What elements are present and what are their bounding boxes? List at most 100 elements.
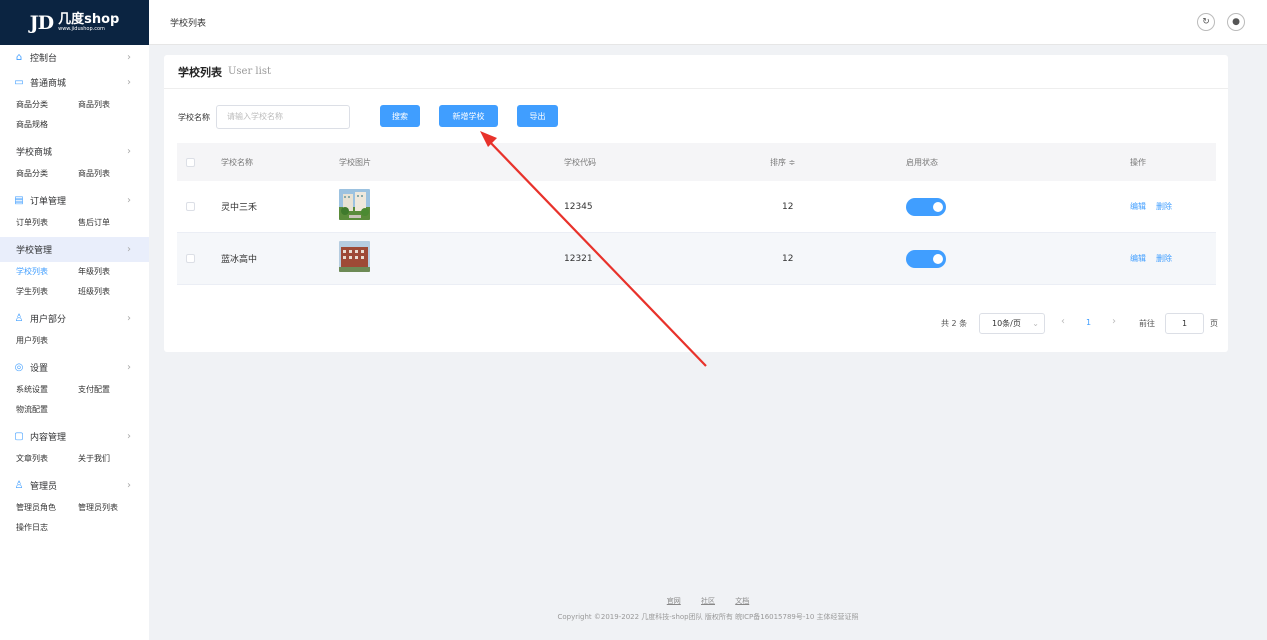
school-name: 蓝冰高中	[221, 255, 258, 265]
row-checkbox[interactable]	[186, 202, 195, 211]
col-school-code: 学校代码	[564, 157, 596, 167]
sidebar-group-4[interactable]: 学校管理 ›	[0, 237, 149, 262]
sidebar-subitem[interactable]: 商品分类	[16, 95, 78, 115]
school-name-input[interactable]: 请输入学校名称	[216, 105, 350, 129]
sidebar-group-label: 用户部分	[30, 315, 67, 325]
add-school-button[interactable]: 新增学校	[439, 105, 498, 127]
export-button[interactable]: 导出	[517, 105, 558, 127]
school-name: 灵中三禾	[221, 203, 258, 213]
footer-link-docs[interactable]: 文档	[735, 597, 749, 605]
sidebar-group-label: 普通商城	[30, 79, 67, 89]
prev-page-button[interactable]: ‹	[1061, 316, 1065, 327]
chevron-right-icon: ›	[127, 431, 131, 442]
sidebar-group-0[interactable]: ⌂ 控制台 ›	[0, 45, 149, 70]
school-image[interactable]	[339, 241, 370, 272]
sidebar-subitem[interactable]: 管理员角色	[16, 498, 78, 518]
enable-switch[interactable]	[906, 249, 946, 268]
sidebar-subitem[interactable]: 商品分类	[16, 164, 78, 184]
sidebar-group-3[interactable]: ▤ 订单管理 ›	[0, 188, 149, 213]
sidebar-subitem[interactable]: 文章列表	[16, 449, 78, 469]
sidebar-subitem[interactable]: 关于我们	[78, 449, 140, 469]
sidebar-menu: ⌂ 控制台 › ▭ 普通商城 › 商品分类 商品列表 商品规格 学校商城 › 商品分类 商品列表 ▤ 订单管…	[0, 45, 149, 542]
goto-page-input[interactable]: 1	[1165, 313, 1204, 334]
chevron-right-icon: ›	[127, 146, 131, 157]
sidebar-group-label: 控制台	[30, 54, 58, 64]
sidebar-subitem[interactable]: 商品列表	[78, 95, 140, 115]
table-header: 学校名称 学校图片 学校代码 排序 ≑ 启用状态 操作	[177, 143, 1216, 181]
table-row: 灵中三禾 12345 12 编辑 删除	[177, 181, 1216, 233]
sidebar-group-6[interactable]: ◎ 设置 ›	[0, 355, 149, 380]
sidebar-group-label: 内容管理	[30, 433, 67, 443]
sidebar-subitem[interactable]: 商品规格	[16, 115, 78, 135]
edit-link[interactable]: 编辑	[1130, 201, 1146, 212]
sidebar-group-label: 设置	[30, 364, 49, 374]
goto-label: 前往	[1139, 319, 1155, 328]
breadcrumb: 学校列表	[170, 18, 207, 29]
sidebar-subitem[interactable]: 售后订单	[78, 213, 140, 233]
sidebar-subitem[interactable]: 操作日志	[16, 518, 78, 538]
delete-link[interactable]: 删除	[1156, 201, 1172, 212]
top-header: 学校列表 ↻ ●	[149, 0, 1267, 45]
page-suffix: 页	[1210, 319, 1218, 328]
sidebar-submenu: 学校列表 年级列表 学生列表 班级列表	[0, 262, 149, 306]
sidebar-subitem[interactable]: 物流配置	[16, 400, 78, 420]
enable-switch[interactable]	[906, 197, 946, 216]
logo[interactable]: JD 几度shop www.jidushop.com	[0, 0, 149, 45]
sidebar-subitem[interactable]: 管理员列表	[78, 498, 140, 518]
school-code: 12321	[564, 253, 593, 264]
sidebar-group-1[interactable]: ▭ 普通商城 ›	[0, 70, 149, 95]
chevron-right-icon: ›	[127, 480, 131, 491]
sidebar-subitem[interactable]: 年级列表	[78, 262, 140, 282]
sort-value: 12	[782, 201, 794, 212]
footer-link-website[interactable]: 官网	[667, 597, 681, 605]
sidebar-group-2[interactable]: 学校商城 ›	[0, 139, 149, 164]
edit-link[interactable]: 编辑	[1130, 253, 1146, 264]
sidebar-submenu: 管理员角色 管理员列表 操作日志	[0, 498, 149, 542]
sidebar-submenu: 系统设置 支付配置 物流配置	[0, 380, 149, 424]
delete-link[interactable]: 删除	[1156, 253, 1172, 264]
card-header: 学校列表 User list	[164, 55, 1228, 89]
col-sort[interactable]: 排序 ≑	[770, 157, 795, 168]
sidebar-group-label: 订单管理	[30, 197, 67, 207]
table-row: 蓝冰高中 12321 12 编辑 删除	[177, 233, 1216, 285]
logo-url: www.jidushop.com	[58, 26, 105, 32]
sidebar-subitem[interactable]: 班级列表	[78, 282, 140, 302]
home-icon: ⌂	[15, 51, 23, 63]
pagination: 共 2 条 10条/页 ⌄ ‹ 1 › 前往 1 页	[164, 313, 1228, 335]
row-checkbox[interactable]	[186, 254, 195, 263]
select-all-checkbox[interactable]	[186, 157, 195, 167]
chevron-down-icon: ⌄	[1032, 319, 1039, 328]
next-page-button[interactable]: ›	[1112, 316, 1116, 327]
sidebar-subitem[interactable]: 学校列表	[16, 262, 78, 282]
footer-link-community[interactable]: 社区	[701, 597, 715, 605]
sidebar-submenu: 订单列表 售后订单	[0, 213, 149, 237]
refresh-icon[interactable]: ↻	[1197, 13, 1215, 31]
page-subtitle: User list	[228, 66, 271, 77]
sidebar-group-5[interactable]: ♙ 用户部分 ›	[0, 306, 149, 331]
search-button[interactable]: 搜索	[380, 105, 420, 127]
sort-value: 12	[782, 253, 794, 264]
user-icon: ♙	[14, 312, 24, 324]
sidebar-group-label: 学校管理	[16, 246, 53, 256]
chevron-right-icon: ›	[127, 52, 131, 63]
sidebar-group-7[interactable]: ▢ 内容管理 ›	[0, 424, 149, 449]
admin-icon: ♙	[14, 479, 24, 491]
sidebar-subitem[interactable]: 系统设置	[16, 380, 78, 400]
sidebar-subitem[interactable]: 支付配置	[78, 380, 140, 400]
sidebar-subitem[interactable]: 用户列表	[16, 331, 78, 351]
school-image[interactable]	[339, 189, 370, 220]
order-icon: ▤	[14, 194, 24, 206]
document-icon: ▢	[14, 430, 24, 442]
total-count: 共 2 条	[941, 319, 968, 328]
sidebar-submenu: 商品分类 商品列表	[0, 164, 149, 188]
page-number-current[interactable]: 1	[1086, 318, 1091, 327]
sidebar-subitem[interactable]: 学生列表	[16, 282, 78, 302]
sidebar-subitem[interactable]: 商品列表	[78, 164, 140, 184]
sidebar-group-8[interactable]: ♙ 管理员 ›	[0, 473, 149, 498]
user-avatar-icon[interactable]: ●	[1227, 13, 1245, 31]
chevron-right-icon: ›	[127, 313, 131, 324]
sidebar-subitem[interactable]: 订单列表	[16, 213, 78, 233]
footer: 官网 社区 文档 Copyright ©2019-2022 几度科技-shop团…	[149, 596, 1267, 622]
page-size-select[interactable]: 10条/页 ⌄	[979, 313, 1045, 334]
sidebar: JD 几度shop www.jidushop.com ⌂ 控制台 › ▭ 普通商城 › 商品…	[0, 0, 149, 640]
